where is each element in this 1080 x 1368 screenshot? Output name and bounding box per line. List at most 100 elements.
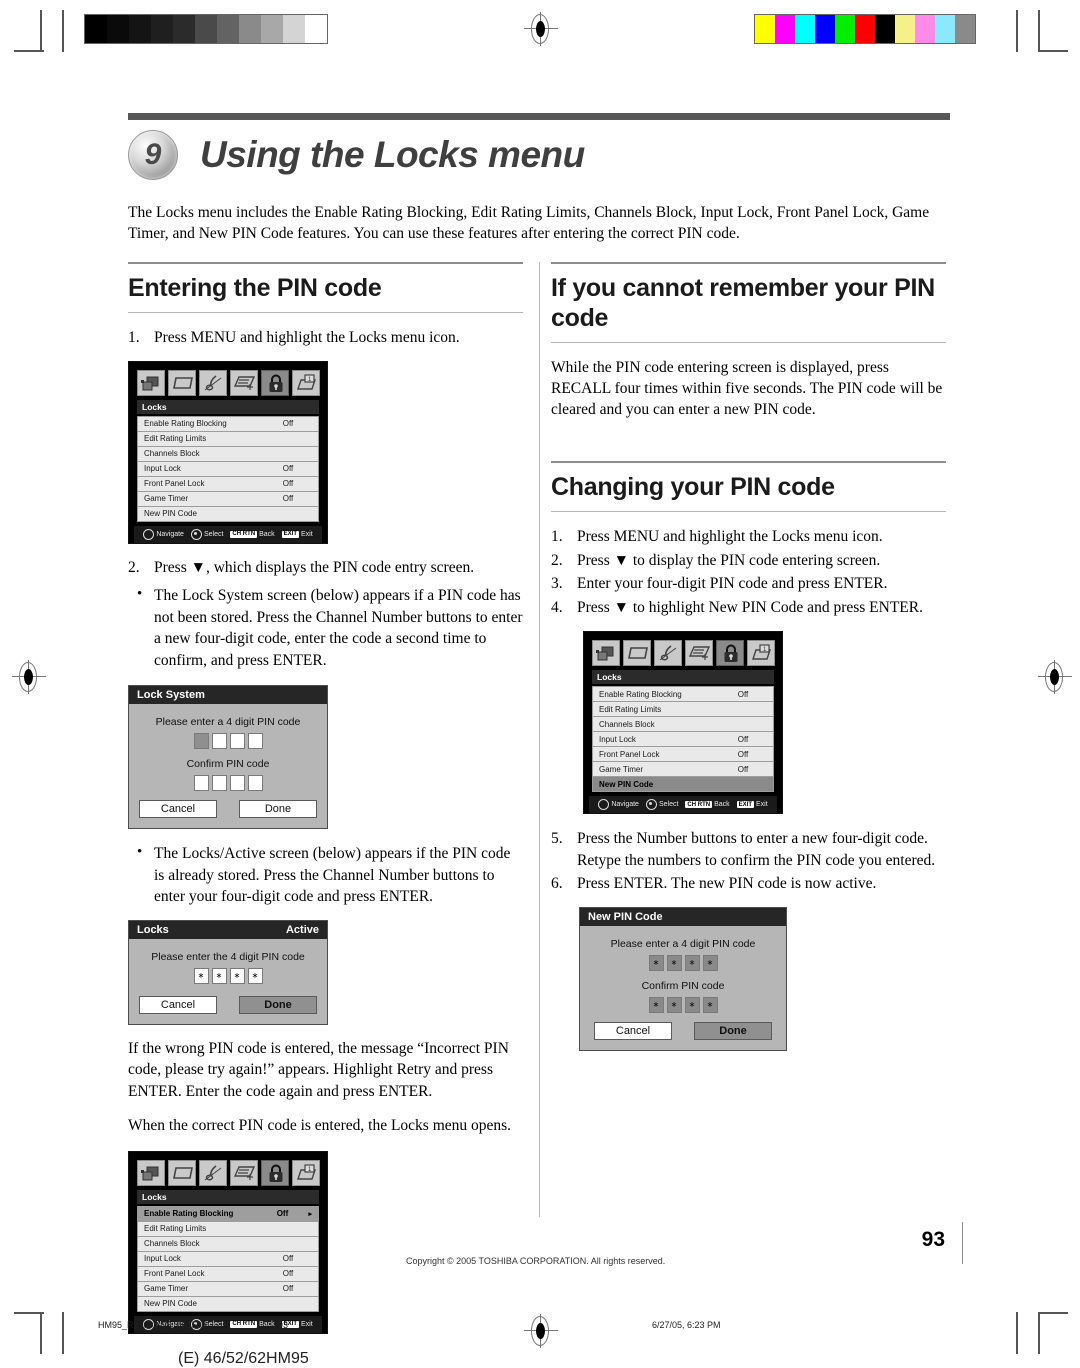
locks-icon[interactable] bbox=[261, 1159, 289, 1186]
step-text: Press MENU and highlight the Locks menu … bbox=[577, 528, 883, 545]
pin-confirm-boxes[interactable]: ∗ ∗ ∗ ∗ bbox=[590, 996, 776, 1013]
locks-icon[interactable] bbox=[716, 640, 744, 666]
cancel-button[interactable]: Cancel bbox=[594, 1021, 672, 1040]
input-icon[interactable]: 1 bbox=[747, 640, 775, 666]
pin-digit-box[interactable]: ∗ bbox=[666, 996, 682, 1013]
pin-digit-box[interactable]: ∗ bbox=[702, 954, 718, 971]
pin-digit-box[interactable]: ∗ bbox=[684, 996, 700, 1013]
osd-row-value: Off bbox=[737, 689, 749, 699]
back-label: Back bbox=[259, 1320, 275, 1328]
setup-icon[interactable] bbox=[230, 369, 258, 396]
pin-digit-box[interactable]: ∗ bbox=[247, 967, 263, 984]
osd-row-label: Front Panel Lock bbox=[599, 749, 660, 759]
pin-digit-box[interactable]: ∗ bbox=[211, 967, 227, 984]
audio-icon[interactable] bbox=[199, 369, 227, 396]
osd-row-value: Off bbox=[737, 764, 749, 774]
pin-digit-box[interactable] bbox=[247, 775, 263, 791]
page-number-rule bbox=[962, 1222, 963, 1264]
done-button[interactable]: Done bbox=[239, 800, 317, 818]
audio-icon[interactable] bbox=[654, 640, 682, 666]
table-row[interactable]: New PIN Code bbox=[137, 506, 319, 522]
step-number: 2. bbox=[551, 551, 563, 569]
table-row[interactable]: Game Timer Off bbox=[137, 491, 319, 507]
pin-digit-box[interactable]: ∗ bbox=[666, 954, 682, 971]
cancel-button[interactable]: Cancel bbox=[139, 800, 217, 818]
video-icon[interactable] bbox=[137, 1159, 165, 1186]
pin-confirm-boxes[interactable] bbox=[139, 775, 317, 791]
select-label: Select bbox=[203, 1320, 224, 1328]
table-row[interactable]: New PIN Code bbox=[592, 777, 774, 792]
table-row[interactable]: Enable Rating Blocking Off bbox=[592, 686, 774, 702]
status-badge: Active bbox=[285, 923, 319, 936]
pin-digit-box[interactable]: ∗ bbox=[648, 996, 664, 1013]
picture-icon[interactable] bbox=[168, 1159, 196, 1186]
pin-digit-box[interactable]: ∗ bbox=[648, 954, 664, 971]
pin-digit-box[interactable]: ∗ bbox=[702, 996, 718, 1013]
pin-entry-boxes[interactable]: ∗ ∗ ∗ ∗ bbox=[590, 954, 776, 971]
video-icon[interactable] bbox=[137, 369, 165, 396]
picture-icon[interactable] bbox=[623, 640, 651, 666]
step-number: 5. bbox=[551, 830, 563, 847]
bullet-icon: • bbox=[137, 586, 143, 602]
table-row[interactable]: Input Lock Off bbox=[137, 461, 319, 477]
osd-menu-title: Locks bbox=[137, 399, 319, 414]
table-row[interactable]: Channels Block bbox=[592, 717, 774, 732]
pin-digit-box[interactable]: ∗ bbox=[229, 967, 245, 984]
picture-icon[interactable] bbox=[168, 369, 196, 396]
osd-row-label: New PIN Code bbox=[144, 509, 197, 518]
right-column: If you cannot remember your PIN code Whi… bbox=[551, 262, 946, 1051]
list-item: 2. Press ▼ to display the PIN code enteri… bbox=[551, 550, 946, 572]
audio-icon[interactable] bbox=[199, 1159, 227, 1186]
pin-digit-box[interactable] bbox=[193, 775, 209, 791]
input-icon[interactable]: 1 bbox=[292, 369, 320, 396]
cancel-button[interactable]: Cancel bbox=[139, 995, 217, 1014]
setup-icon[interactable] bbox=[685, 640, 713, 666]
video-icon[interactable] bbox=[592, 640, 620, 666]
osd-row-label: Game Timer bbox=[599, 764, 644, 774]
table-row[interactable]: Input Lock Off bbox=[137, 1251, 319, 1267]
pin-digit-box[interactable]: ∗ bbox=[684, 954, 700, 971]
list-item: 5. Press the Number buttons to enter a ne… bbox=[551, 828, 946, 871]
pin-digit-box[interactable] bbox=[193, 733, 209, 749]
table-row[interactable]: Edit Rating Limits bbox=[592, 702, 774, 717]
step-text: Press ▼ to display the PIN code entering… bbox=[577, 551, 881, 569]
locks-icon[interactable] bbox=[261, 369, 289, 396]
model-line: (E) 46/52/62HM95 bbox=[178, 1350, 309, 1367]
chapter-number-badge: 9 bbox=[128, 130, 178, 180]
table-row[interactable]: Channels Block bbox=[137, 1236, 319, 1252]
back-label: Back bbox=[714, 801, 730, 808]
table-row[interactable]: Game Timer Off bbox=[592, 762, 774, 777]
pin-digit-box[interactable] bbox=[211, 775, 227, 791]
osd-row-label: Front Panel Lock bbox=[144, 479, 205, 488]
figure-locks-menu-2: 1 Locks Enable Rating Blocking Off ▸ Edit … bbox=[128, 1150, 523, 1334]
setup-icon[interactable] bbox=[230, 1159, 258, 1186]
table-row[interactable]: Game Timer Off bbox=[137, 1281, 319, 1297]
step-number: 1. bbox=[128, 329, 140, 346]
table-row[interactable]: Front Panel Lock Off bbox=[137, 1266, 319, 1282]
pin-entry-boxes[interactable] bbox=[139, 733, 317, 749]
table-row[interactable]: Edit Rating Limits bbox=[137, 431, 319, 447]
table-row[interactable]: Enable Rating Blocking Off ▸ bbox=[137, 1205, 319, 1222]
table-row[interactable]: Channels Block bbox=[137, 446, 319, 462]
correct-pin-paragraph: When the correct PIN code is entered, th… bbox=[128, 1117, 512, 1134]
table-row[interactable]: Enable Rating Blocking Off bbox=[137, 415, 319, 432]
pin-digit-box[interactable] bbox=[247, 733, 263, 749]
pin-entry-boxes[interactable]: ∗ ∗ ∗ ∗ bbox=[139, 967, 317, 984]
pin-digit-box[interactable] bbox=[211, 733, 227, 749]
done-button[interactable]: Done bbox=[694, 1021, 772, 1040]
step-number: 4. bbox=[551, 598, 563, 616]
table-row[interactable]: Front Panel Lock Off bbox=[137, 476, 319, 492]
pin-digit-box[interactable] bbox=[229, 733, 245, 749]
dialog-body: Please enter a 4 digit PIN code ∗ ∗ ∗ ∗ … bbox=[580, 926, 786, 1050]
locks-active-bullet: • The Locks/Active screen (below) appear… bbox=[128, 843, 523, 908]
table-row[interactable]: Edit Rating Limits bbox=[137, 1221, 319, 1237]
table-row[interactable]: New PIN Code bbox=[137, 1296, 319, 1312]
pin-digit-box[interactable]: ∗ bbox=[193, 967, 209, 984]
page-title: Using the Locks menu bbox=[200, 134, 585, 175]
table-row[interactable]: Front Panel Lock Off bbox=[592, 747, 774, 762]
input-icon[interactable]: 1 bbox=[292, 1159, 320, 1186]
pin-digit-box[interactable] bbox=[229, 775, 245, 791]
osd-locks-menu: 1 Locks Enable Rating Blocking Off Edit R… bbox=[128, 360, 328, 544]
table-row[interactable]: Input Lock Off bbox=[592, 732, 774, 747]
done-button[interactable]: Done bbox=[239, 995, 317, 1014]
